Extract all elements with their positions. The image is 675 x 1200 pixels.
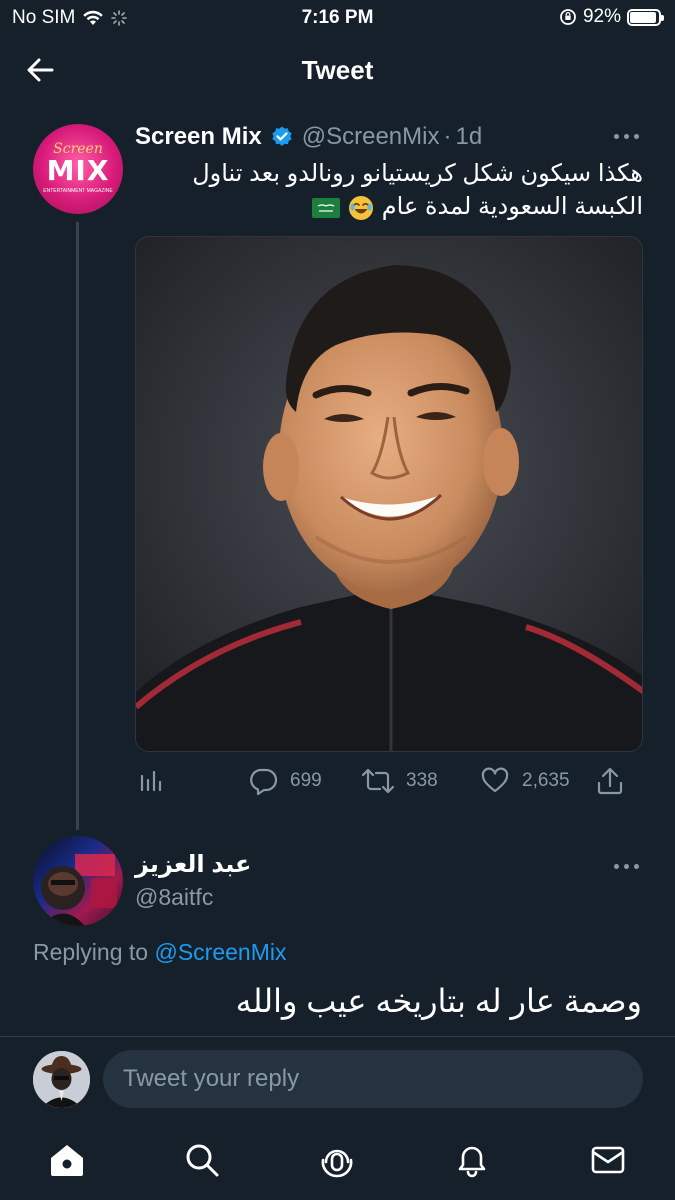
reply-author-name[interactable]: عبد العزيز xyxy=(135,850,251,879)
avatar-logo-bottom: ENTERTAINMENT MAGAZINE xyxy=(43,188,113,194)
tweet-text-line: الكبسة السعودية لمدة عام xyxy=(381,193,643,220)
author-name[interactable]: Screen Mix xyxy=(135,123,262,151)
retweet-icon xyxy=(362,768,394,794)
spaces-icon xyxy=(321,1149,353,1178)
reply-avatar[interactable] xyxy=(33,836,123,926)
bottom-tab-bar xyxy=(0,1130,675,1200)
replying-to-link[interactable]: @ScreenMix xyxy=(154,939,286,965)
replying-to-label: Replying to xyxy=(33,939,149,965)
retweet-button[interactable]: 338 xyxy=(362,766,438,796)
reply-input[interactable] xyxy=(103,1050,643,1108)
reply-icon xyxy=(250,768,278,796)
reply-composer xyxy=(0,1037,675,1129)
avatar-logo-main: MIX xyxy=(46,154,110,187)
avatar[interactable]: Screen MIX ENTERTAINMENT MAGAZINE xyxy=(33,124,123,214)
reply-count: 699 xyxy=(290,770,322,791)
thread-line xyxy=(76,222,79,830)
analytics-button[interactable] xyxy=(138,768,162,792)
search-icon xyxy=(186,1144,219,1177)
retweet-count: 338 xyxy=(406,770,438,791)
status-bar: No SIM 7:16 PM 92% xyxy=(0,0,675,36)
saudi-flag-icon xyxy=(312,197,341,218)
tweet-actions: 699 338 2,635 xyxy=(135,764,643,800)
like-button[interactable]: 2,635 xyxy=(480,766,570,796)
tab-search[interactable] xyxy=(182,1140,222,1180)
nav-header: Tweet xyxy=(0,36,675,104)
page-title: Tweet xyxy=(301,55,374,85)
like-count: 2,635 xyxy=(522,770,570,791)
orientation-lock-icon xyxy=(560,9,576,25)
author-handle[interactable]: @ScreenMix xyxy=(302,123,440,151)
bell-icon xyxy=(458,1146,486,1178)
tweet-time[interactable]: 1d xyxy=(455,123,482,151)
heart-icon xyxy=(481,767,509,793)
tweet-text: هكذا سيكون شكل كريستيانو رونالدو بعد تنا… xyxy=(135,157,643,223)
tweet-image[interactable] xyxy=(135,236,643,752)
tweet-more-button[interactable] xyxy=(612,132,642,142)
laughing-emoji-icon xyxy=(349,195,374,220)
own-avatar-photo xyxy=(33,1051,90,1108)
tab-home[interactable] xyxy=(47,1140,87,1180)
reply-avatar-photo xyxy=(41,854,117,926)
battery-level xyxy=(630,11,656,23)
share-icon xyxy=(597,767,623,795)
mail-icon xyxy=(591,1146,625,1174)
portrait-photo xyxy=(136,237,642,751)
battery-icon xyxy=(627,8,664,26)
reply-text: وصمة عار له بتاريخه عيب والله xyxy=(235,983,642,1019)
analytics-icon xyxy=(140,770,162,792)
home-icon xyxy=(51,1145,83,1176)
verified-badge-icon xyxy=(272,126,292,146)
tweet-header: Screen Mix @ScreenMix · 1d xyxy=(135,122,482,152)
reply-more-button[interactable] xyxy=(612,862,642,872)
battery-percent: 92% xyxy=(582,6,621,27)
reply-author-handle[interactable]: @8aitfc xyxy=(135,884,213,911)
tweet-text-line: هكذا سيكون شكل كريستيانو رونالدو بعد تنا… xyxy=(192,160,643,187)
reply-button[interactable]: 699 xyxy=(248,766,322,796)
tab-spaces[interactable] xyxy=(317,1140,357,1180)
tab-notifications[interactable] xyxy=(452,1140,492,1180)
own-avatar[interactable] xyxy=(33,1051,90,1108)
replying-to: Replying to @ScreenMix xyxy=(33,939,286,966)
tab-messages[interactable] xyxy=(588,1140,628,1180)
share-button[interactable] xyxy=(596,766,624,796)
meta-separator: · xyxy=(443,123,452,150)
